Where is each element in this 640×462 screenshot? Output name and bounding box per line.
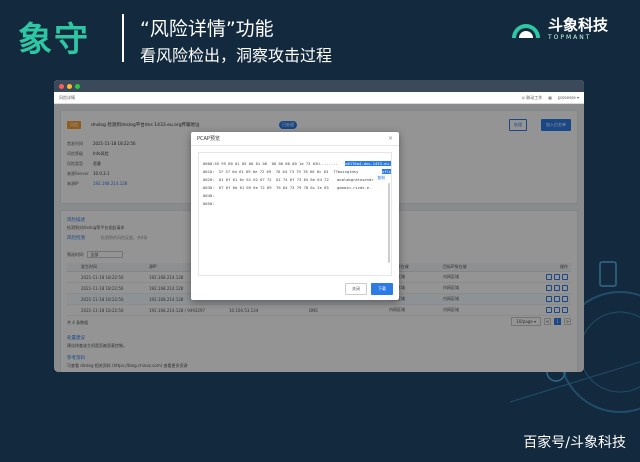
brand-name: 斗象科技 [548,16,609,34]
hex-line: 0030: 67 6f 6d 61 69 6e 72 69 76 64 73 79… [203,184,372,190]
cloud-logo-icon [512,24,540,38]
brand-logo: 斗象科技 TOPMANT [508,12,618,48]
copy-link[interactable]: 复制 [377,175,385,181]
hex-dump-view[interactable]: 0000: 55 99 60 01 05 00 01 00 00 00 00 00… [198,152,392,276]
app-topbar: 风险详情 ◎ 联动工作 ▦ prosesse ▾ [54,92,584,104]
pcap-preview-modal: PCAP预览 × 0000: 55 99 60 01 05 00 01 00 00… [191,132,399,300]
close-icon[interactable]: × [388,135,393,142]
watermark: 百家号/斗象科技 [523,435,626,451]
title-divider [122,14,124,62]
brand-sub: TOPMANT [548,34,592,41]
close-window-button[interactable] [59,83,64,89]
modal-footer: 关闭 下载 [345,283,393,295]
hex-line: 0040: [203,192,215,198]
topbar-linkage[interactable]: ◎ 联动工作 [521,95,542,101]
slide-headline: “风险详情”功能 [140,18,274,40]
hex-line: 0020: 61 6f 61 6c 61 62 67 72 61 74 6f 73… [203,176,374,182]
hex-line: 0000: 55 99 60 01 05 00 01 00 00 00 00 00… [203,160,391,166]
modal-title: PCAP预览 [197,136,220,142]
page-title: 风险详情 [59,94,75,100]
hex-line: 0050: [203,200,215,206]
modal-header: PCAP预览 × [191,132,399,146]
user-menu[interactable]: prosesse ▾ [558,95,579,100]
hex-line: 0010: 37 37 6d 61 69 6e 72 69 76 64 73 79… [203,168,391,174]
slide-title: 象守 [18,20,90,60]
minimize-window-button[interactable] [67,83,72,89]
topbar-grid-icon[interactable]: ▦ [548,95,552,100]
scrollbar[interactable] [388,183,390,263]
cancel-button[interactable]: 关闭 [345,283,367,295]
download-button[interactable]: 下载 [371,283,393,295]
window-titlebar [54,80,584,92]
maximize-window-button[interactable] [75,83,80,89]
slide-subhead: 看风险检出，洞察攻击过程 [140,46,333,65]
